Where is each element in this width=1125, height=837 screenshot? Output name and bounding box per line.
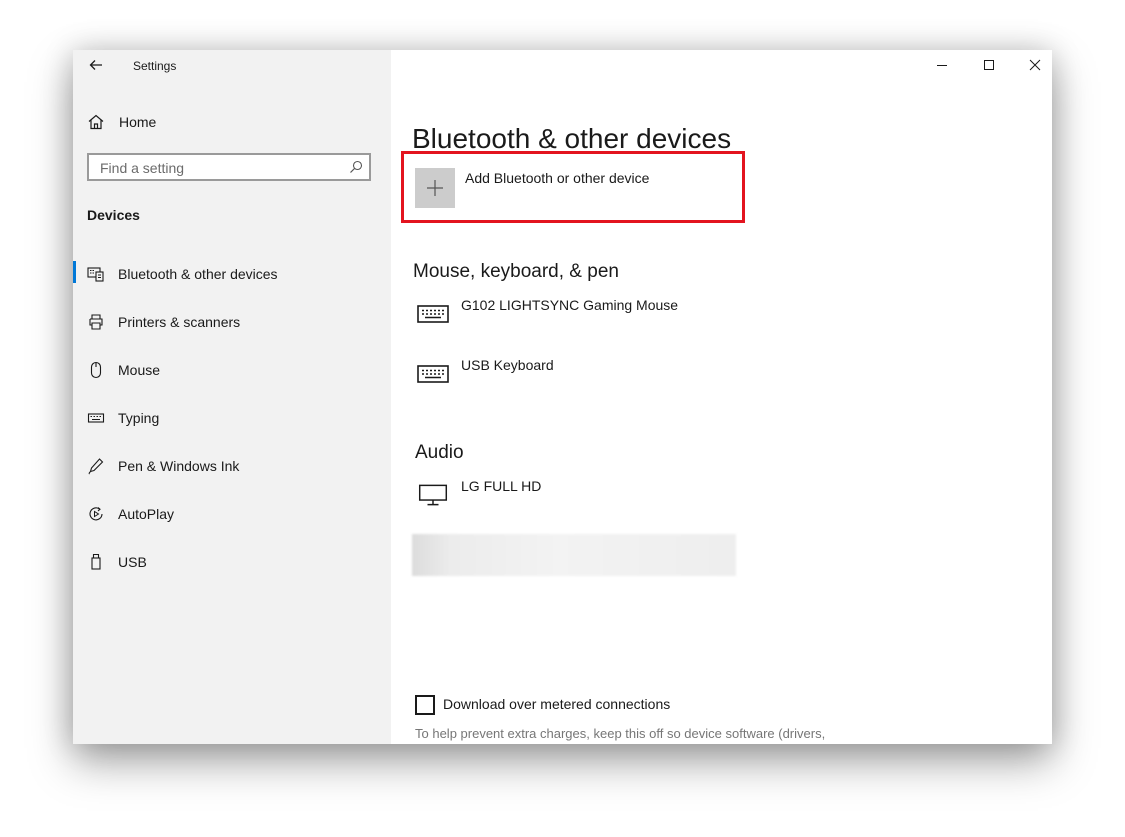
sidebar: Settings Home Devices Bluetooth & [73, 50, 391, 744]
sidebar-item-label: Mouse [118, 362, 161, 378]
plus-tile [415, 168, 455, 208]
sidebar-item-label: Bluetooth & other devices [118, 266, 278, 282]
sidebar-item-usb[interactable]: USB [73, 546, 391, 594]
add-device-label: Add Bluetooth or other device [465, 170, 650, 186]
device-name: G102 LIGHTSYNC Gaming Mouse [461, 297, 679, 313]
back-arrow-icon [89, 60, 102, 70]
usb-icon [91, 553, 101, 570]
device-item-mouse[interactable]: G102 LIGHTSYNC Gaming Mouse [413, 297, 733, 337]
minimize-icon [937, 65, 947, 66]
plus-icon [427, 180, 443, 196]
home-label: Home [119, 114, 157, 130]
back-button[interactable] [85, 54, 107, 76]
add-device-button[interactable]: Add Bluetooth or other device [411, 168, 731, 210]
sidebar-nav: Bluetooth & other devices Printers & sca… [73, 258, 391, 594]
app-title: Settings [133, 59, 177, 73]
search-box[interactable] [87, 153, 371, 181]
page-title: Bluetooth & other devices [412, 122, 732, 154]
minimize-button[interactable] [927, 52, 957, 78]
keyboard-icon [87, 413, 105, 423]
device-item-monitor[interactable]: LG FULL HD [413, 478, 733, 518]
search-icon [350, 160, 363, 173]
sidebar-item-typing[interactable]: Typing [73, 402, 391, 450]
metered-label: Download over metered connections [443, 696, 671, 712]
search-input[interactable] [98, 158, 342, 178]
pen-icon [88, 458, 104, 475]
metered-checkbox[interactable] [415, 695, 435, 715]
group-title-audio: Audio [415, 442, 464, 463]
home-icon [88, 114, 104, 130]
settings-window: Settings Home Devices Bluetooth & [73, 50, 1052, 744]
printer-icon [89, 314, 103, 330]
sidebar-item-label: Typing [118, 410, 160, 426]
section-heading: Devices [87, 207, 140, 223]
sidebar-item-label: Printers & scanners [118, 314, 241, 330]
maximize-icon [984, 60, 994, 70]
mouse-icon [90, 361, 102, 379]
device-name: USB Keyboard [461, 357, 554, 373]
sidebar-item-label: AutoPlay [118, 506, 175, 522]
home-nav-item[interactable]: Home [73, 106, 391, 138]
group-title-input-devices: Mouse, keyboard, & pen [413, 261, 619, 282]
maximize-button[interactable] [974, 52, 1004, 78]
keyboard-device-icon [417, 365, 449, 383]
close-button[interactable] [1020, 52, 1050, 78]
metered-help-text: To help prevent extra charges, keep this… [415, 726, 826, 741]
bluetooth-devices-icon [87, 267, 104, 282]
sidebar-item-bluetooth[interactable]: Bluetooth & other devices [73, 258, 391, 306]
sidebar-item-printers[interactable]: Printers & scanners [73, 306, 391, 354]
blurred-device-item [412, 534, 736, 576]
device-name: LG FULL HD [461, 478, 542, 494]
sidebar-item-label: Pen & Windows Ink [118, 458, 240, 474]
keyboard-device-icon [417, 305, 449, 323]
device-item-keyboard[interactable]: USB Keyboard [413, 357, 733, 397]
close-icon [1029, 59, 1041, 71]
main-content: Bluetooth & other devices Add Bluetooth … [391, 50, 1052, 744]
sidebar-item-mouse[interactable]: Mouse [73, 354, 391, 402]
autoplay-icon [89, 507, 103, 521]
sidebar-item-autoplay[interactable]: AutoPlay [73, 498, 391, 546]
sidebar-item-pen[interactable]: Pen & Windows Ink [73, 450, 391, 498]
monitor-icon [418, 484, 448, 506]
sidebar-item-label: USB [118, 554, 147, 570]
